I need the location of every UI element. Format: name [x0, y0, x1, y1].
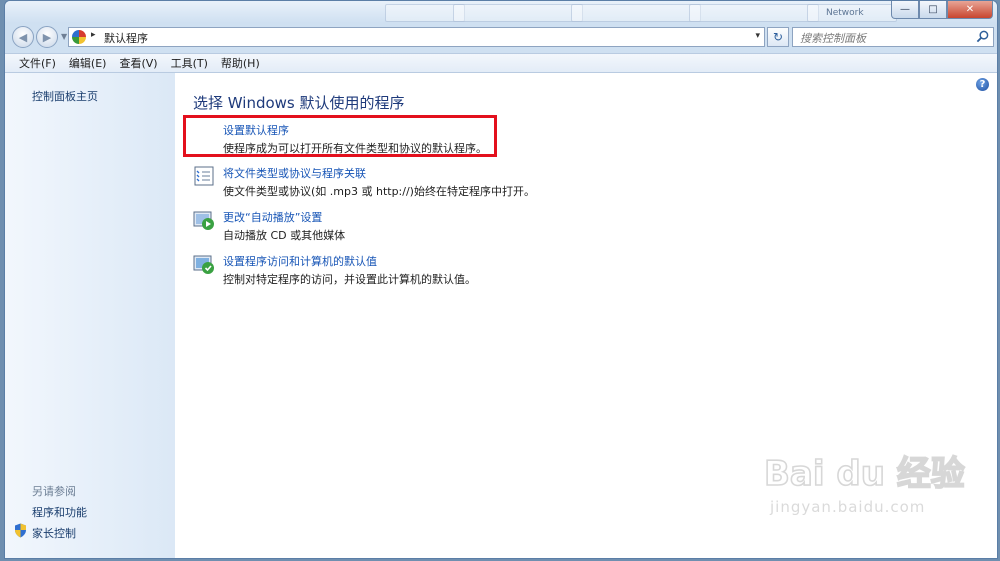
minimize-button[interactable]: — — [891, 1, 919, 19]
task-description: 自动播放 CD 或其他媒体 — [223, 229, 346, 242]
menu-tools[interactable]: 工具(T) — [171, 55, 208, 71]
arrow-left-icon: ◀ — [18, 30, 28, 44]
set-default-programs-link[interactable]: 设置默认程序 — [223, 122, 289, 138]
task-description: 使文件类型或协议(如 .mp3 或 http://)始终在特定程序中打开。 — [223, 185, 535, 198]
task-item: 设置程序访问和计算机的默认值 控制对特定程序的访问，并设置此计算机的默认值。 — [193, 253, 833, 289]
search-input[interactable] — [798, 29, 977, 47]
forward-button[interactable]: ▶ — [36, 26, 58, 48]
watermark-brand: Bai du 经验 — [764, 454, 965, 494]
title-bar: Network — □ ✕ — [5, 1, 997, 23]
see-also-heading: 另请参阅 — [32, 485, 76, 498]
search-icon[interactable] — [976, 30, 989, 43]
background-tab — [571, 4, 701, 22]
caption-buttons: — □ ✕ — [891, 1, 993, 19]
close-button[interactable]: ✕ — [947, 1, 993, 19]
path-separator-icon[interactable]: ▸ — [91, 30, 96, 40]
file-association-icon — [194, 166, 214, 186]
back-button[interactable]: ◀ — [12, 26, 34, 48]
address-row: ◀ ▶ ▼ ▸ 默认程序 ▾ ↻ — [5, 23, 997, 53]
task-description: 控制对特定程序的访问，并设置此计算机的默认值。 — [223, 273, 476, 286]
task-item: 将文件类型或协议与程序关联 使文件类型或协议(如 .mp3 或 http://)… — [193, 165, 833, 201]
associate-file-type-link[interactable]: 将文件类型或协议与程序关联 — [223, 165, 366, 181]
parental-controls-link[interactable]: 家长控制 — [32, 525, 76, 541]
menu-help[interactable]: 帮助(H) — [221, 55, 260, 71]
control-panel-icon — [72, 30, 86, 44]
menu-view[interactable]: 查看(V) — [119, 55, 157, 71]
address-bar[interactable]: ▸ 默认程序 ▾ — [68, 27, 765, 47]
help-icon[interactable]: ? — [976, 78, 989, 91]
address-dropdown-icon[interactable]: ▾ — [755, 31, 760, 41]
program-access-defaults-link[interactable]: 设置程序访问和计算机的默认值 — [223, 253, 377, 269]
sidebar-home-link[interactable]: 控制面板主页 — [32, 88, 98, 104]
autoplay-settings-link[interactable]: 更改“自动播放”设置 — [223, 209, 322, 225]
task-item: 更改“自动播放”设置 自动播放 CD 或其他媒体 — [193, 209, 833, 245]
task-item: 设置默认程序 使程序成为可以打开所有文件类型和协议的默认程序。 — [193, 122, 833, 158]
program-access-icon — [193, 255, 214, 274]
baidu-watermark: Bai du 经验 jingyan.baidu.com — [763, 453, 965, 516]
task-description: 使程序成为可以打开所有文件类型和协议的默认程序。 — [223, 142, 487, 155]
background-tab — [689, 4, 819, 22]
maximize-button[interactable]: □ — [919, 1, 947, 19]
programs-and-features-link[interactable]: 程序和功能 — [32, 504, 87, 520]
autoplay-icon — [193, 211, 214, 230]
watermark-url: jingyan.baidu.com — [769, 498, 925, 516]
shield-icon — [15, 523, 26, 538]
sidebar: 控制面板主页 另请参阅 程序和功能 家长控制 — [5, 73, 175, 558]
arrow-right-icon: ▶ — [42, 30, 52, 44]
breadcrumb[interactable]: 默认程序 — [104, 30, 148, 46]
menu-edit[interactable]: 编辑(E) — [69, 55, 107, 71]
recent-pages-dropdown-icon[interactable]: ▼ — [61, 32, 67, 41]
menu-bar: 文件(F) 编辑(E) 查看(V) 工具(T) 帮助(H) — [5, 53, 997, 73]
background-tab: Network — [807, 4, 897, 22]
search-box[interactable] — [792, 27, 994, 47]
menu-file[interactable]: 文件(F) — [19, 55, 56, 71]
refresh-button[interactable]: ↻ — [767, 27, 789, 47]
refresh-icon: ↻ — [772, 30, 784, 44]
page-title: 选择 Windows 默认使用的程序 — [193, 94, 405, 112]
background-tab — [453, 4, 583, 22]
